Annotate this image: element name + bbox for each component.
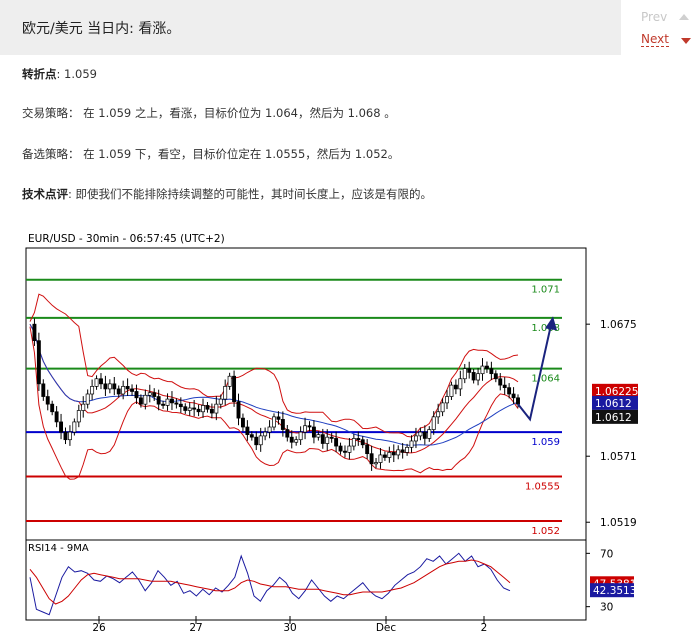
x-tick-label: 26 [92, 622, 106, 634]
pivot-label: 转折点 [22, 67, 57, 81]
page-title: 欧元/美元 当日内: 看涨。 [22, 21, 181, 37]
svg-text:1.0612: 1.0612 [595, 398, 632, 410]
x-tick-label: Dec [376, 622, 397, 634]
chart-title: EUR/USD - 30min - 06:57:45 (UTC+2) [28, 233, 225, 245]
chevron-up-icon[interactable] [679, 14, 689, 20]
alt-strategy-label: 备选策略 [22, 147, 68, 161]
level-label: 1.052 [531, 526, 560, 537]
price-tags-group: 1.062251.06121.0612 [592, 383, 638, 424]
pager: Prev Next [621, 0, 698, 60]
rsi-title: RSI14 - 9MA [28, 543, 89, 554]
rsi-value-tag: 42.3513 [590, 583, 636, 598]
svg-text:42.3513: 42.3513 [593, 585, 636, 597]
pivot-line: 转折点: 1.059 [22, 66, 97, 82]
pivot-value: : 1.059 [56, 67, 97, 81]
price-tag: 1.0612 [592, 409, 638, 424]
level-label: 1.0555 [525, 482, 560, 493]
price-chart: EUR/USD - 30min - 06:57:45 (UTC+2) RSI14… [25, 233, 638, 634]
y-axis-group: 1.0675 1.0571 1.0519 [586, 319, 637, 529]
rsi-plot-frame [25, 539, 587, 621]
comment-label: 技术点评 [22, 187, 68, 201]
y-tick-label: 1.0519 [600, 517, 637, 529]
y-tick-label: 1.0571 [600, 451, 637, 463]
strategy-text: ： 在 1.059 之上，看涨，目标价位为 1.064，然后为 1.068 。 [68, 106, 396, 120]
level-label: 1.071 [531, 285, 560, 296]
x-tick-label: 2 [481, 622, 488, 634]
level-label: 1.059 [531, 437, 560, 448]
x-tick-label: 27 [189, 622, 202, 634]
chart-container: EUR/USD - 30min - 06:57:45 (UTC+2) RSI14… [24, 228, 698, 638]
candle [232, 370, 237, 407]
comment-line: 技术点评: 即使我们不能排除持续调整的可能性，其时间长度上，应该是有限的。 [22, 186, 432, 202]
title-bar: 欧元/美元 当日内: 看涨。 [0, 0, 621, 55]
strategy-line: 交易策略： 在 1.059 之上，看涨，目标价位为 1.064，然后为 1.06… [22, 105, 396, 121]
rsi-y-tick-label: 30 [600, 602, 613, 614]
candle [36, 332, 41, 391]
level-label: 1.064 [531, 374, 560, 385]
next-link[interactable]: Next [641, 32, 669, 47]
alt-strategy-text: ： 在 1.059 下，看空，目标价位定在 1.0555，然后为 1.052。 [68, 147, 400, 161]
prev-link[interactable]: Prev [641, 10, 667, 24]
svg-text:1.0612: 1.0612 [595, 412, 632, 424]
alt-strategy-line: 备选策略： 在 1.059 下，看空，目标价位定在 1.0555，然后为 1.0… [22, 146, 399, 162]
rsi-y-tick-label: 70 [600, 548, 613, 560]
price-tag: 1.0612 [592, 395, 638, 410]
price-tag: 1.06225 [592, 383, 638, 398]
comment-text: : 即使我们不能排除持续调整的可能性，其时间长度上，应该是有限的。 [68, 187, 433, 201]
x-tick-label: 30 [283, 622, 296, 634]
strategy-label: 交易策略 [22, 106, 68, 120]
y-tick-label: 1.0675 [600, 319, 637, 331]
chevron-down-icon[interactable] [681, 38, 691, 44]
